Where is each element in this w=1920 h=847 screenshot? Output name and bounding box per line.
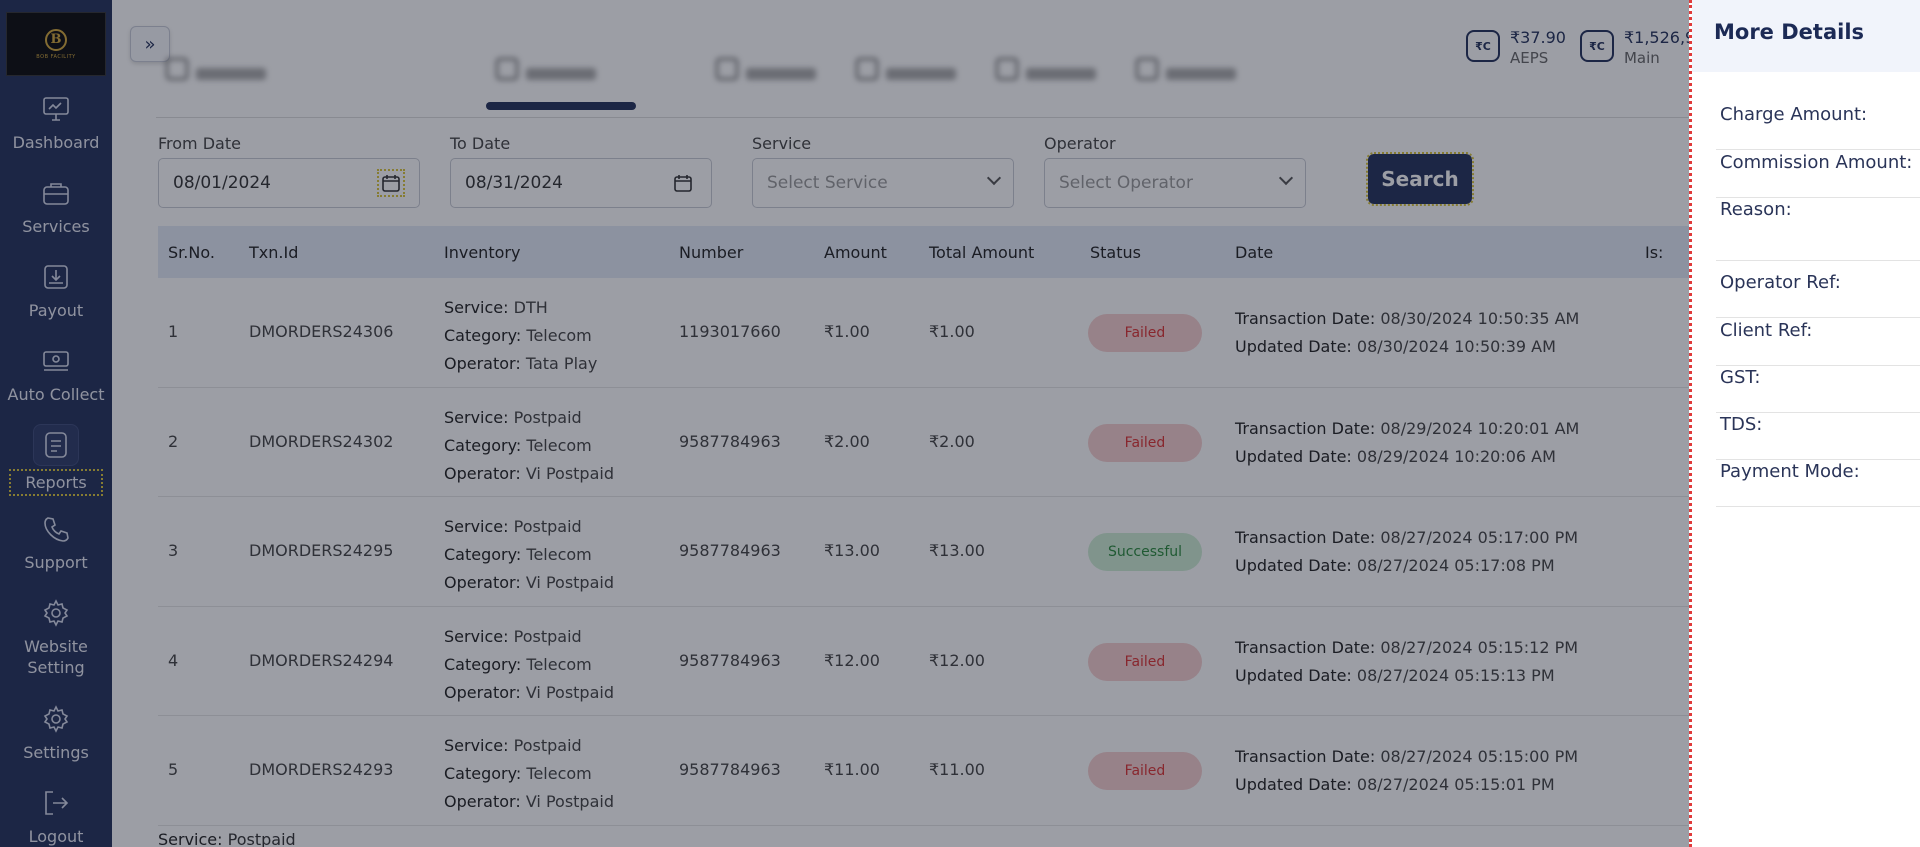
- detail-payment-mode: Payment Mode:: [1716, 461, 1920, 507]
- detail-operator-ref: Operator Ref:: [1716, 272, 1920, 318]
- more-details-panel: More Details Charge Amount: Commission A…: [1689, 0, 1920, 847]
- detail-gst: GST:: [1716, 367, 1920, 413]
- detail-tds: TDS:: [1716, 414, 1920, 460]
- panel-title: More Details: [1692, 0, 1920, 72]
- modal-backdrop[interactable]: [0, 0, 1689, 847]
- detail-client-ref: Client Ref:: [1716, 320, 1920, 366]
- detail-commission-amount: Commission Amount:: [1716, 152, 1920, 198]
- detail-reason: Reason:: [1716, 199, 1920, 261]
- detail-charge-amount: Charge Amount:: [1716, 104, 1920, 150]
